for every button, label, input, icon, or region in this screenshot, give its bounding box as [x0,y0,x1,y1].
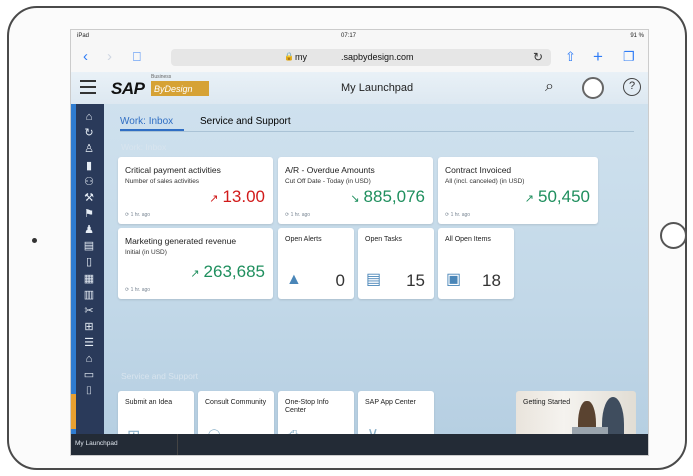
shell-header: SAP Business ByDesign My Launchpad ⌕ ? [71,72,648,104]
network-icon[interactable]: ⚇ [82,175,96,189]
tools-icon[interactable]: ⚒ [82,191,96,205]
factory-icon[interactable]: ⌂ [82,352,96,366]
warning-icon: ▲ [286,271,302,288]
timestamp: ⟳ 1 hr. ago [125,287,151,293]
report-icon[interactable]: ▦ [82,272,96,286]
camera-dot [32,238,37,243]
side-navigation: ⌂ ↻ ♙ ▮ ⚇ ⚒ ⚑ ♟ ▤ ▯ ▦ ▥ ✂ ⊞ ☰ ⌂ ▭ ⌷ [71,104,104,434]
home-button[interactable] [660,222,687,249]
ios-status-bar: iPad 07:17 91 % [71,30,648,44]
timestamp: ⟳ 1 hr. ago [125,212,151,218]
tile-open-alerts[interactable]: Open Alerts ▲ 0 [278,228,354,299]
tab-service-support[interactable]: Service and Support [200,116,291,127]
document-icon: ▣ [446,271,462,288]
tag-icon[interactable]: ✂ [82,304,96,318]
campaign-icon[interactable]: ⚑ [82,207,96,221]
url-domain: .sapbydesign.com [341,52,414,62]
share-icon[interactable]: ⇧ [565,48,576,66]
clock: 07:17 [341,33,357,39]
tabs-icon[interactable]: ❐ [623,48,635,66]
board-icon[interactable]: ▤ [82,239,96,253]
address-bar[interactable]: 🔒 my .sapbydesign.com ↻ [171,49,551,66]
lock-icon: 🔒 [284,52,294,61]
page-title: My Launchpad [341,82,414,94]
box-icon[interactable]: ⊞ [82,320,96,334]
url-prefix: my [295,52,307,62]
refresh-icon[interactable]: ↻ [82,126,96,140]
battery-level: 91 % [630,33,644,39]
tile-marketing-revenue[interactable]: Marketing generated revenue Initial (in … [118,228,273,299]
device-label: iPad [77,33,90,39]
kpi-value: ↗ 50,450 [524,187,590,206]
search-icon[interactable]: ⌕ [545,78,554,96]
timestamp: ⟳ 1 hr. ago [445,212,471,218]
avatar[interactable] [582,77,604,99]
plus-icon[interactable]: + [593,48,603,66]
truck-icon[interactable]: ⌷ [82,384,96,398]
book-icon[interactable]: ⎕ [133,48,141,66]
tile-all-open-items[interactable]: All Open Items ▣ 18 [438,228,514,299]
tab-work-inbox[interactable]: Work: Inbox [120,116,173,127]
people-icon[interactable]: ♙ [82,142,96,156]
kpi-value: ↗ 13.00 [209,187,265,206]
folder-icon[interactable]: ▭ [82,368,96,382]
clipboard-icon[interactable]: ☰ [82,336,96,350]
safari-toolbar: ‹ › ⎕ 🔒 my .sapbydesign.com ↻ ⇧ + ❐ [71,44,648,70]
launchpad-content: Work: Inbox Service and Support Work: In… [104,104,648,451]
menu-icon[interactable] [80,80,96,94]
timestamp: ⟳ 1 hr. ago [285,212,311,218]
bottom-bar-label[interactable]: My Launchpad [75,440,118,447]
chevron-left-icon[interactable]: ‹ [83,48,88,66]
group-title-service: Service and Support [121,371,199,381]
tile-open-tasks[interactable]: Open Tasks ▤ 15 [358,228,434,299]
invoice-icon[interactable]: ▥ [82,288,96,302]
tab-divider [120,131,634,132]
user-icon[interactable]: ♟ [82,223,96,237]
kpi-value: ↘ 885,076 [350,187,425,206]
tile-ar-overdue[interactable]: A/R - Overdue Amounts Cut Off Date - Tod… [278,157,433,224]
screen: iPad 07:17 91 % ‹ › ⎕ 🔒 my .sapbydesign.… [70,29,649,456]
tile-critical-payment[interactable]: Critical payment activities Number of sa… [118,157,273,224]
reload-icon[interactable]: ↻ [533,50,543,64]
group-title-work: Work: Inbox [121,142,167,152]
chevron-right-icon[interactable]: › [107,48,112,66]
clipboard-icon: ▤ [366,271,382,288]
kpi-value: ↗ 263,685 [190,262,265,281]
document-icon[interactable]: ▯ [82,255,96,269]
help-icon[interactable]: ? [623,78,641,96]
home-icon[interactable]: ⌂ [82,110,96,124]
analytics-icon[interactable]: ▮ [82,159,96,173]
bottom-bar: My Launchpad [71,434,648,455]
tile-contract-invoiced[interactable]: Contract Invoiced All (incl. canceled) (… [438,157,598,224]
